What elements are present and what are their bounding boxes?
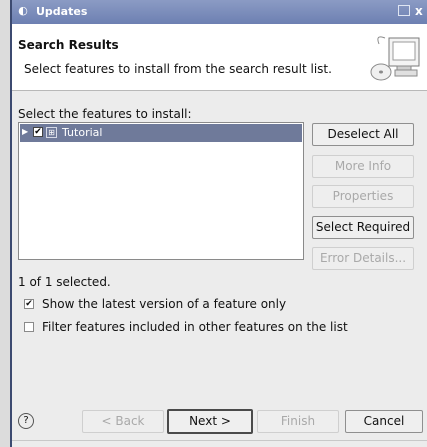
feature-name: Tutorial: [62, 126, 103, 139]
eclipse-icon: ◐: [18, 4, 28, 17]
page-title: Search Results: [18, 38, 119, 52]
latest-version-label: Show the latest version of a feature onl…: [42, 297, 287, 311]
tree-row[interactable]: ▶ ✔ ⊞ Tutorial: [20, 124, 302, 142]
updates-window: ◐ Updates x Search Results Select featur…: [12, 0, 427, 447]
properties-button[interactable]: Properties: [312, 185, 414, 208]
feature-checkbox[interactable]: ✔: [33, 127, 43, 137]
finish-button[interactable]: Finish: [257, 410, 339, 433]
next-button[interactable]: Next >: [167, 409, 253, 434]
filter-included-checkbox[interactable]: [24, 322, 34, 332]
selected-count: 1 of 1 selected.: [18, 275, 111, 289]
wizard-banner: Search Results Select features to instal…: [12, 24, 427, 91]
filter-included-label: Filter features included in other featur…: [42, 320, 348, 334]
back-button[interactable]: < Back: [82, 410, 164, 433]
close-button[interactable]: x: [415, 2, 427, 20]
title-bar[interactable]: ◐ Updates x: [12, 0, 427, 24]
expand-arrow-icon[interactable]: ▶: [22, 127, 28, 136]
page-description: Select features to install from the sear…: [24, 62, 332, 76]
window-title: Updates: [36, 5, 88, 18]
window-bottom-border: [12, 440, 427, 441]
help-icon[interactable]: ?: [18, 413, 34, 429]
maximize-button[interactable]: [398, 5, 410, 16]
features-tree[interactable]: ▶ ✔ ⊞ Tutorial: [18, 122, 304, 260]
error-details-button[interactable]: Error Details...: [312, 247, 414, 270]
latest-version-checkbox[interactable]: ✔: [24, 299, 34, 309]
more-info-button[interactable]: More Info: [312, 155, 414, 178]
install-wizard-icon: [370, 36, 420, 81]
feature-icon: ⊞: [46, 127, 57, 138]
features-label: Select the features to install:: [18, 107, 192, 121]
select-required-button[interactable]: Select Required: [312, 216, 414, 239]
cancel-button[interactable]: Cancel: [345, 410, 423, 433]
deselect-all-button[interactable]: Deselect All: [312, 123, 414, 146]
